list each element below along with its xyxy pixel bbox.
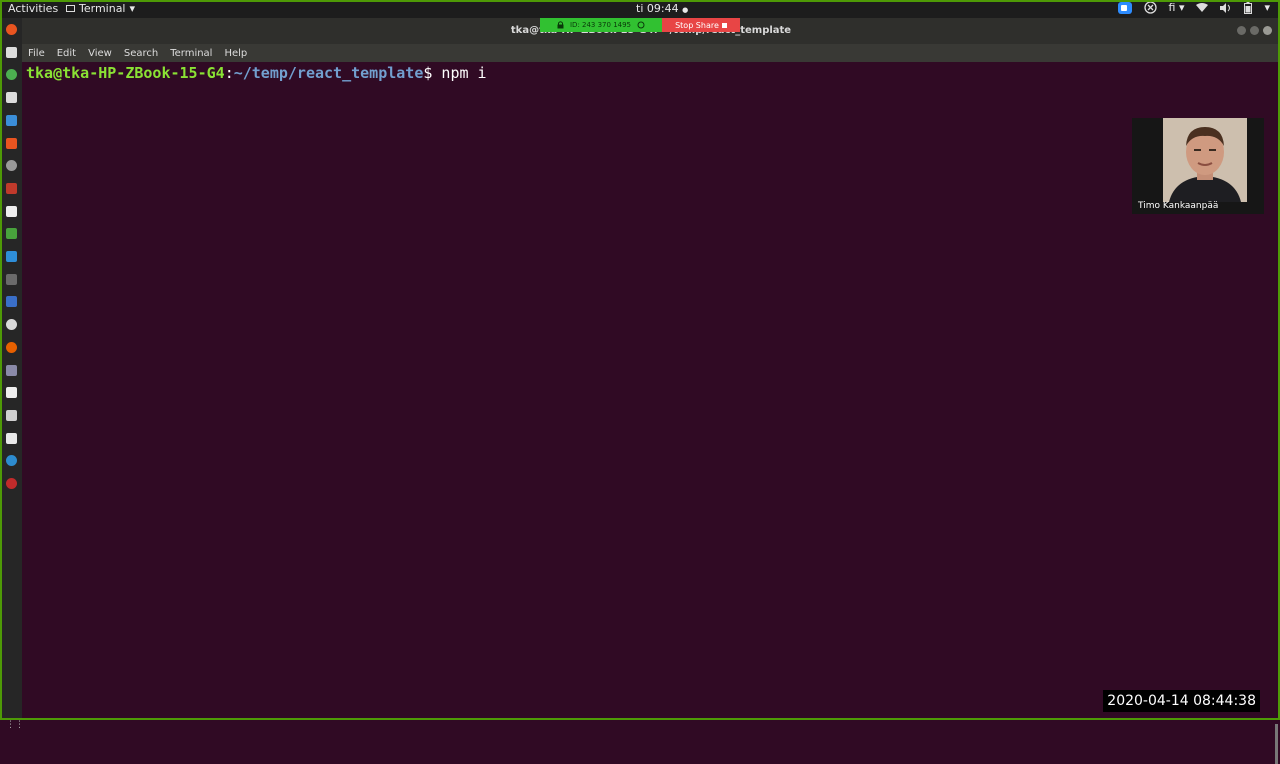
stop-share-button[interactable]: Stop Share (662, 18, 740, 32)
red-app-icon[interactable] (6, 478, 17, 489)
sheet-icon[interactable] (6, 228, 17, 240)
prompt-line: tka@tka-HP-ZBook-15-G4:~/temp/react_temp… (26, 64, 487, 82)
status-area: fi ▾ ▾ (1117, 1, 1270, 14)
keyboard-layout-label: fi (1168, 1, 1176, 14)
document-icon[interactable] (6, 92, 17, 104)
prompt-user-host: tka@tka-HP-ZBook-15-G4 (26, 64, 225, 82)
blue-app-icon[interactable] (6, 296, 17, 308)
vscode-icon[interactable] (6, 251, 17, 262)
command-text: npm i (432, 64, 487, 82)
menu-file[interactable]: File (28, 48, 45, 59)
show-applications-icon[interactable]: ⋮⋮ (6, 720, 24, 731)
menu-search[interactable]: Search (124, 48, 158, 59)
filezilla-icon[interactable] (6, 182, 17, 194)
chevron-down-icon[interactable]: ▾ (1264, 1, 1270, 14)
minimize-button[interactable] (1237, 26, 1246, 35)
top-panel: Activities Terminal ▾ ti 09:44 ● fi ▾ ▾ (0, 0, 1280, 18)
meeting-info[interactable]: ID: 243 370 1495 (540, 18, 662, 32)
chrome-icon[interactable] (6, 69, 17, 81)
app-menu-label: Terminal (79, 2, 126, 15)
dock: ⋮⋮ (0, 18, 24, 730)
store-icon[interactable] (6, 137, 17, 149)
menu-view[interactable]: View (88, 48, 112, 59)
menu-bar: File Edit View Search Terminal Help (22, 44, 1280, 62)
chevron-down-icon: ▾ (129, 2, 136, 15)
menu-terminal[interactable]: Terminal (170, 48, 212, 59)
terminal-view[interactable]: tka@tka-HP-ZBook-15-G4:~/temp/react_temp… (22, 62, 1278, 764)
battery-icon[interactable] (1244, 1, 1253, 14)
stop-share-label: Stop Share (675, 20, 719, 30)
zoom-icon[interactable] (1117, 1, 1132, 14)
activities-button[interactable]: Activities (8, 2, 58, 15)
mail-icon[interactable] (6, 432, 17, 444)
file-icon[interactable] (6, 387, 17, 399)
chromium-icon[interactable] (6, 319, 17, 331)
writer-icon[interactable] (6, 114, 17, 126)
terminal-app-icon[interactable] (6, 46, 17, 58)
participant-name: Timo Kankaanpää (1138, 201, 1219, 211)
zoom-share-bar: ID: 243 370 1495 Stop Share (540, 18, 740, 32)
firefox-icon[interactable] (6, 341, 17, 353)
window-controls (1237, 26, 1272, 35)
clock[interactable]: ti 09:44 ● (636, 2, 688, 15)
connection-icon (637, 21, 645, 29)
menu-help[interactable]: Help (224, 48, 247, 59)
active-terminal-icon[interactable] (6, 273, 17, 285)
prompt-path: ~/temp/react_template (233, 64, 424, 82)
bag-icon[interactable] (6, 205, 17, 217)
lock-icon (557, 21, 564, 29)
menu-edit[interactable]: Edit (57, 48, 76, 59)
meeting-id: ID: 243 370 1495 (569, 21, 632, 29)
window-icon (66, 5, 75, 12)
person-portrait-icon (1163, 118, 1247, 202)
chevron-down-icon: ▾ (1178, 1, 1185, 14)
recording-timestamp: 2020-04-14 08:44:38 (1103, 690, 1260, 712)
webcam-thumbnail[interactable]: Timo Kankaanpää (1132, 118, 1264, 214)
participant-video (1163, 118, 1247, 202)
stop-icon (721, 22, 727, 28)
wifi-icon[interactable] (1196, 2, 1209, 13)
maximize-button[interactable] (1250, 26, 1259, 35)
scrollbar[interactable] (1275, 724, 1278, 764)
volume-icon[interactable] (1220, 2, 1232, 13)
notification-dot-icon: ● (682, 6, 689, 14)
globe-icon[interactable] (6, 455, 17, 467)
settings-icon[interactable] (6, 160, 17, 172)
prompt-separator: : (224, 64, 234, 82)
triangle-app-icon[interactable] (6, 409, 17, 421)
keyboard-layout[interactable]: fi ▾ (1169, 1, 1185, 14)
network-disconnect-icon[interactable] (1143, 1, 1157, 14)
clock-label: ti 09:44 (636, 2, 679, 15)
ubuntu-logo-icon[interactable] (6, 24, 17, 35)
diamond-app-icon[interactable] (6, 364, 17, 376)
close-button[interactable] (1263, 26, 1272, 35)
app-menu[interactable]: Terminal ▾ (66, 2, 135, 15)
